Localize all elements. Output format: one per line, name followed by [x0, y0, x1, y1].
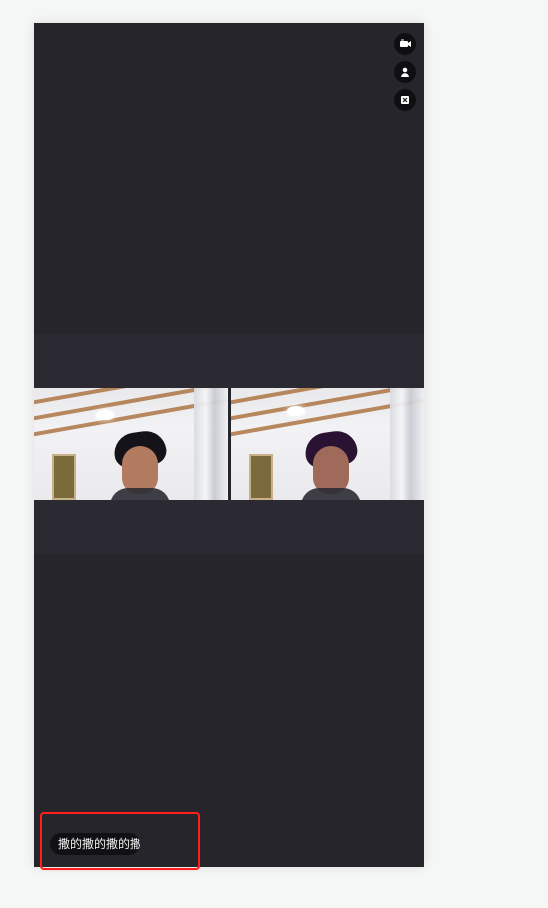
participant-shirt [110, 488, 170, 500]
switch-camera-button[interactable] [394, 33, 416, 55]
participant-video [104, 428, 174, 500]
participant-video [295, 428, 365, 500]
ceiling-lamp [96, 410, 114, 420]
video-call-screen: 撒的撒的撒的撒 [34, 23, 424, 867]
video-strip-bottom-band [34, 500, 424, 554]
video-tile-right[interactable] [230, 388, 424, 500]
doorway [52, 454, 76, 500]
user-icon [398, 65, 412, 79]
participants-button[interactable] [394, 61, 416, 83]
window-curtain [390, 388, 424, 500]
video-strip-top-band [34, 334, 424, 388]
side-controls [394, 33, 416, 111]
participant-face [312, 446, 349, 494]
video-strip [34, 388, 424, 500]
participant-shirt [300, 488, 361, 500]
window-curtain [193, 388, 228, 500]
message-caption: 撒的撒的撒的撒 [50, 833, 140, 855]
doorway [248, 454, 273, 500]
ceiling-lamp [286, 406, 305, 416]
participant-face [122, 446, 158, 494]
close-icon [398, 93, 412, 107]
close-button[interactable] [394, 89, 416, 111]
video-tile-left[interactable] [34, 388, 228, 500]
switch-camera-icon [398, 37, 412, 51]
